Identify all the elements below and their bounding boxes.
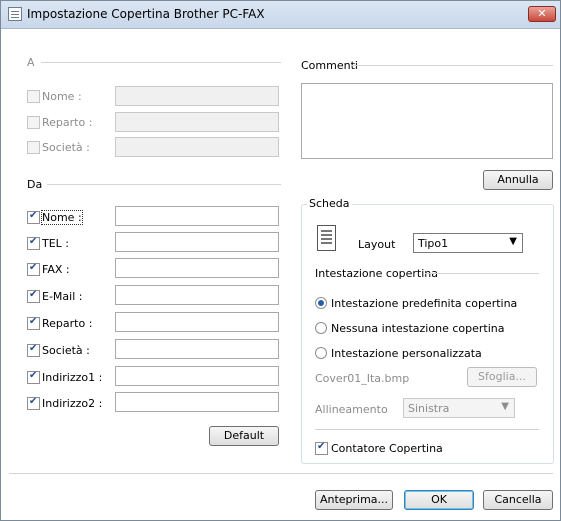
da-email-field[interactable]: [115, 285, 279, 305]
intestazione-label: Intestazione copertina: [315, 267, 439, 280]
close-icon: ✕: [537, 7, 547, 20]
radio-nessuna-intestazione[interactable]: [315, 322, 327, 334]
a-nome-field[interactable]: [115, 86, 279, 106]
da-fax-field[interactable]: [115, 258, 279, 278]
radio-intestazione-predefinita[interactable]: [315, 297, 327, 309]
da-nome-label: Nome :: [41, 210, 83, 225]
radio-intestazione-personalizzata-label: Intestazione personalizzata: [331, 347, 482, 360]
da-nome-field[interactable]: [115, 206, 279, 226]
a-societa-label: Società :: [42, 141, 90, 154]
da-email-checkbox[interactable]: [27, 289, 40, 303]
cover-file-name: Cover01_Ita.bmp: [315, 372, 410, 385]
da-societa-checkbox[interactable]: [27, 343, 40, 357]
radio-nessuna-intestazione-label: Nessuna intestazione copertina: [331, 322, 505, 335]
allineamento-select[interactable]: Sinistra ▼: [403, 398, 515, 418]
da-societa-field[interactable]: [115, 339, 279, 359]
da-indirizzo1-label: Indirizzo1 :: [42, 371, 103, 384]
da-nome-checkbox[interactable]: [27, 210, 40, 224]
cancella-button[interactable]: Cancella: [483, 490, 553, 510]
da-fax-label: FAX :: [42, 263, 70, 276]
contatore-copertina-checkbox[interactable]: [315, 441, 328, 455]
commenti-label: Commenti: [301, 59, 358, 72]
da-fax-checkbox[interactable]: [27, 262, 40, 276]
a-reparto-checkbox[interactable]: [27, 116, 40, 129]
sfoglia-button[interactable]: Sfoglia...: [467, 367, 537, 387]
da-indirizzo1-checkbox[interactable]: [27, 370, 40, 384]
commenti-textarea[interactable]: [301, 83, 553, 159]
a-societa-field[interactable]: [115, 137, 279, 157]
da-indirizzo1-field[interactable]: [115, 366, 279, 386]
allineamento-label: Allineamento: [315, 403, 388, 416]
da-societa-label: Società :: [42, 344, 90, 357]
anteprima-button[interactable]: Anteprima...: [315, 490, 393, 510]
dialog-window: Impostazione Copertina Brother PC-FAX ✕ …: [0, 0, 561, 521]
intestazione-divider: [425, 273, 539, 274]
document-layout-icon: [317, 225, 336, 251]
a-reparto-field[interactable]: [115, 112, 279, 132]
da-reparto-label: Reparto :: [42, 317, 93, 330]
close-button[interactable]: ✕: [528, 6, 556, 22]
da-section-label: Da: [27, 178, 43, 191]
footer-divider: [9, 473, 553, 474]
layout-select-value: Tipo1: [418, 237, 449, 250]
da-tel-field[interactable]: [115, 232, 279, 252]
da-indirizzo2-label: Indirizzo2 :: [42, 397, 103, 410]
contatore-copertina-label: Contatore Copertina: [331, 442, 443, 455]
radio-intestazione-predefinita-label: Intestazione predefinita copertina: [331, 297, 518, 310]
layout-label: Layout: [358, 238, 396, 251]
chevron-down-icon: ▼: [509, 236, 517, 247]
da-section-divider: [47, 184, 281, 185]
radio-intestazione-personalizzata[interactable]: [315, 347, 327, 359]
a-section-label: A: [27, 56, 35, 69]
da-reparto-field[interactable]: [115, 312, 279, 332]
annulla-button[interactable]: Annulla: [483, 170, 553, 190]
chevron-down-icon: ▼: [501, 401, 509, 412]
da-tel-label: TEL :: [42, 237, 70, 250]
window-title: Impostazione Copertina Brother PC-FAX: [27, 7, 265, 21]
scheda-bottom-divider: [315, 429, 539, 430]
commenti-divider: [351, 65, 553, 66]
title-bar: Impostazione Copertina Brother PC-FAX ✕: [1, 1, 560, 29]
allineamento-select-value: Sinistra: [408, 402, 450, 415]
a-section-divider: [41, 62, 281, 63]
a-societa-checkbox[interactable]: [27, 141, 40, 154]
da-reparto-checkbox[interactable]: [27, 316, 40, 330]
app-icon: [8, 7, 22, 21]
da-indirizzo2-field[interactable]: [115, 392, 279, 412]
da-indirizzo2-checkbox[interactable]: [27, 396, 40, 410]
a-nome-label: Nome :: [42, 90, 82, 103]
ok-button[interactable]: OK: [404, 490, 474, 510]
default-button[interactable]: Default: [209, 426, 279, 446]
scheda-label: Scheda: [307, 197, 352, 210]
da-email-label: E-Mail :: [42, 290, 83, 303]
a-nome-checkbox[interactable]: [27, 90, 40, 103]
a-reparto-label: Reparto :: [42, 116, 93, 129]
da-tel-checkbox[interactable]: [27, 236, 40, 250]
layout-select[interactable]: Tipo1 ▼: [413, 233, 523, 253]
